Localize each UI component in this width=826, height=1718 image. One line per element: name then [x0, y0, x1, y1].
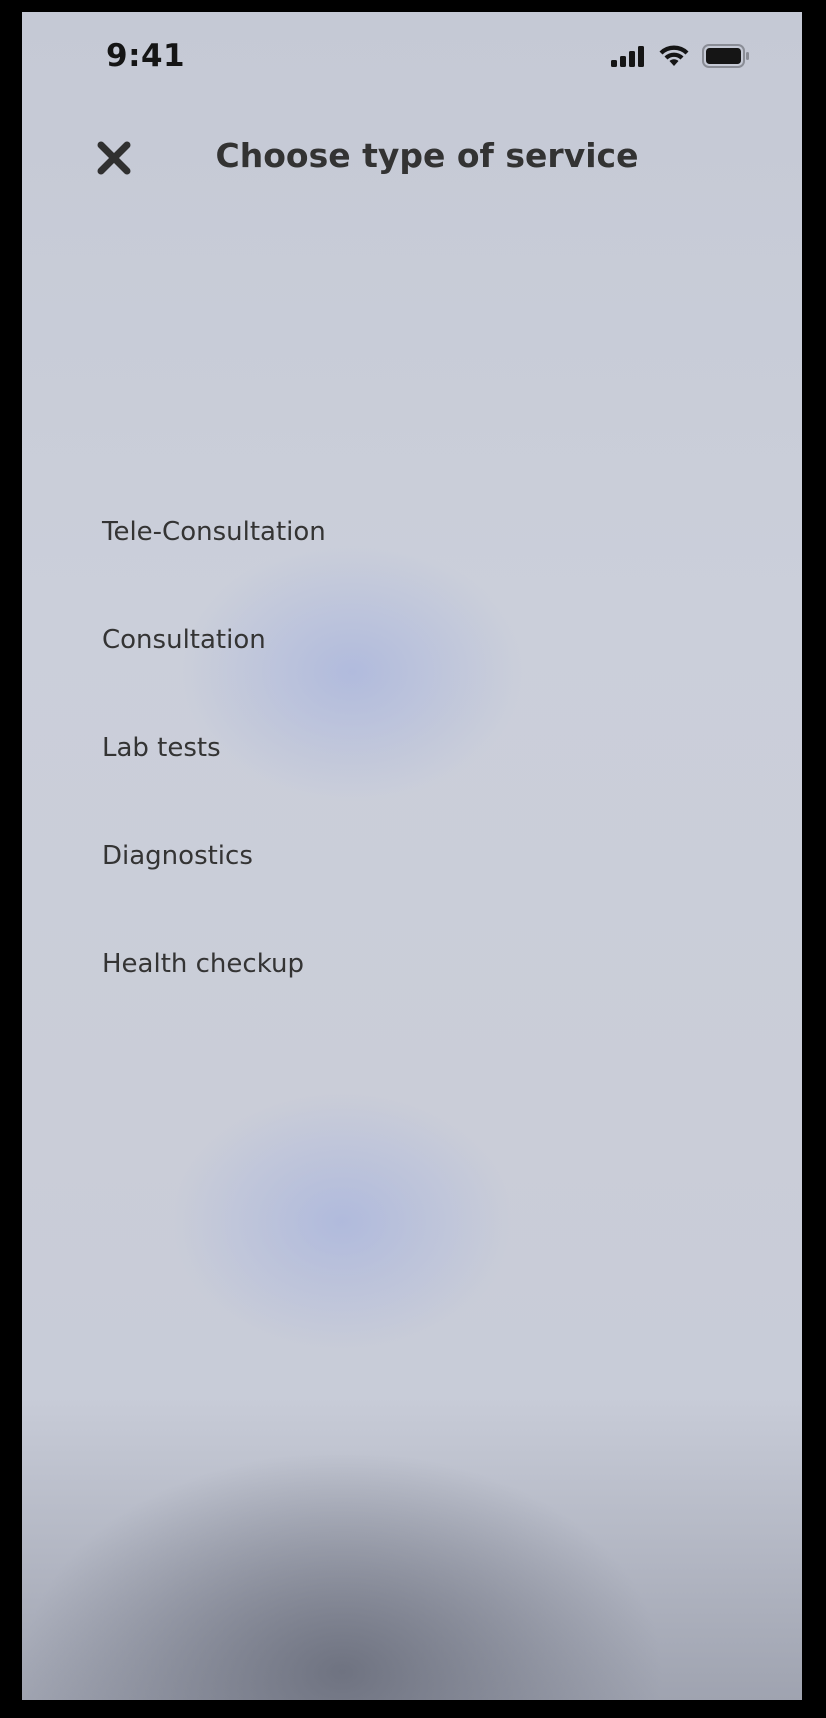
service-item-lab-tests[interactable]: Lab tests: [102, 725, 722, 833]
service-list: Tele-Consultation Consultation Lab tests…: [102, 509, 722, 1049]
phone-screen: 9:41 Choose type of service Tele-Consult…: [22, 12, 802, 1700]
header: Choose type of service: [22, 112, 802, 202]
page-title: Choose type of service: [215, 136, 639, 175]
signal-icon: [610, 45, 646, 71]
battery-icon: [702, 44, 750, 72]
status-icons: [610, 44, 750, 72]
status-bar: 9:41: [22, 12, 802, 102]
status-time: 9:41: [106, 38, 186, 74]
service-item-tele-consultation[interactable]: Tele-Consultation: [102, 509, 722, 617]
service-item-health-checkup[interactable]: Health checkup: [102, 941, 722, 1049]
service-item-diagnostics[interactable]: Diagnostics: [102, 833, 722, 941]
wifi-icon: [658, 44, 690, 72]
service-item-consultation[interactable]: Consultation: [102, 617, 722, 725]
